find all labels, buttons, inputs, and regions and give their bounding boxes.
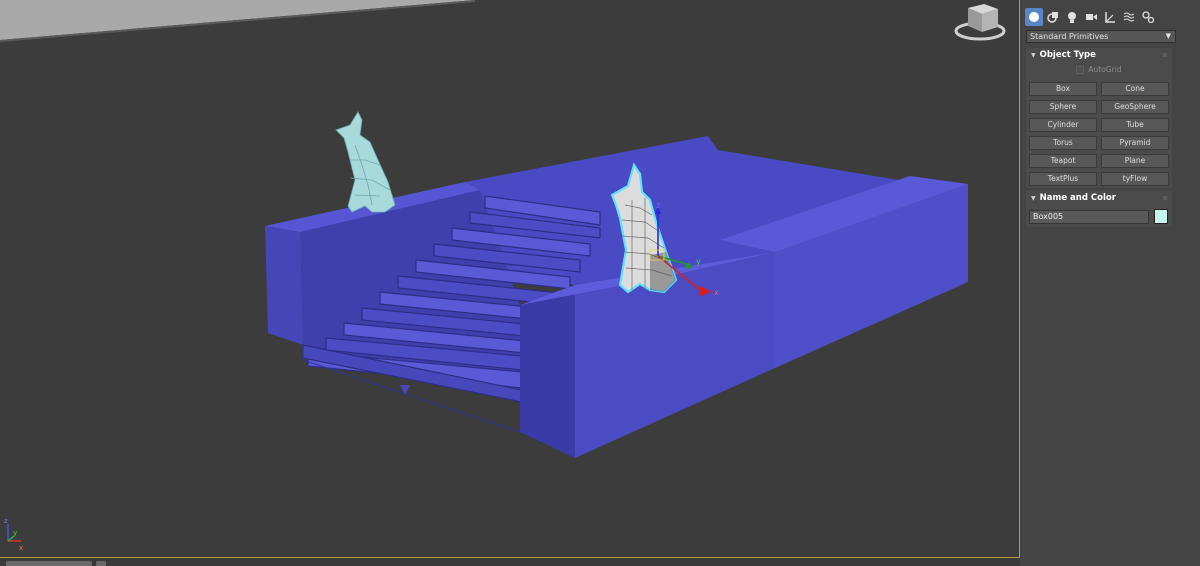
create-icon bbox=[1029, 12, 1039, 22]
bottom-tab-small[interactable] bbox=[96, 561, 106, 566]
bottom-tab[interactable] bbox=[6, 561, 92, 566]
name-color-header[interactable]: ▼ Name and Color bbox=[1026, 191, 1172, 206]
object-name-input[interactable]: Box005 bbox=[1029, 210, 1149, 224]
systems-icon bbox=[1142, 11, 1154, 23]
tab-lights[interactable] bbox=[1063, 8, 1081, 26]
gizmo-z-label: z bbox=[656, 201, 660, 210]
checkbox-box bbox=[1076, 66, 1085, 74]
box-button[interactable]: Box bbox=[1029, 82, 1097, 96]
helpers-icon bbox=[1105, 12, 1115, 23]
tab-systems[interactable] bbox=[1139, 8, 1157, 26]
tab-cameras[interactable] bbox=[1082, 8, 1100, 26]
cylinder-button[interactable]: Cylinder bbox=[1029, 118, 1097, 132]
object-type-rollout: ▼ Object Type AutoGrid Box Cone Sphere Ge… bbox=[1026, 48, 1172, 188]
lights-icon bbox=[1068, 12, 1076, 23]
collapse-triangle-icon: ▼ bbox=[1031, 52, 1036, 59]
plane-button[interactable]: Plane bbox=[1101, 154, 1169, 168]
name-color-title: Name and Color bbox=[1039, 193, 1116, 203]
tab-spacewarps[interactable] bbox=[1120, 8, 1138, 26]
view-cube[interactable] bbox=[954, 4, 1006, 41]
collapse-triangle-icon: ▼ bbox=[1031, 195, 1036, 202]
gizmo-y-label: y bbox=[696, 257, 701, 266]
name-color-rollout: ▼ Name and Color Box005 bbox=[1026, 191, 1172, 227]
triad-x-label: x bbox=[19, 544, 23, 552]
object-color-swatch[interactable] bbox=[1154, 209, 1168, 224]
tab-helpers[interactable] bbox=[1101, 8, 1119, 26]
gizmo-x-label: x bbox=[714, 288, 719, 297]
category-dropdown[interactable]: Standard Primitives ▼ bbox=[1026, 30, 1176, 43]
scene-render: z y x z y x bbox=[0, 0, 1006, 552]
rollout-handle-icon bbox=[1163, 53, 1167, 57]
axis-triad: z y x bbox=[4, 517, 23, 552]
tyflow-button[interactable]: tyFlow bbox=[1101, 172, 1169, 186]
geosphere-button[interactable]: GeoSphere bbox=[1101, 100, 1169, 114]
triad-y-label: y bbox=[13, 529, 17, 537]
cameras-icon bbox=[1086, 14, 1097, 20]
tube-button[interactable]: Tube bbox=[1101, 118, 1169, 132]
spacewarps-icon bbox=[1123, 12, 1135, 22]
autogrid-label: AutoGrid bbox=[1088, 65, 1122, 74]
shapes-icon bbox=[1047, 12, 1058, 23]
category-value: Standard Primitives bbox=[1030, 32, 1109, 41]
teapot-button[interactable]: Teapot bbox=[1029, 154, 1097, 168]
torus-button[interactable]: Torus bbox=[1029, 136, 1097, 150]
sphere-button[interactable]: Sphere bbox=[1029, 100, 1097, 114]
textplus-button[interactable]: TextPlus bbox=[1029, 172, 1097, 186]
triad-z-label: z bbox=[4, 517, 8, 525]
object-type-title: Object Type bbox=[1039, 50, 1096, 60]
tab-geometry[interactable] bbox=[1025, 8, 1043, 26]
object-type-header[interactable]: ▼ Object Type bbox=[1026, 48, 1172, 63]
chevron-down-icon: ▼ bbox=[1165, 32, 1171, 40]
pyramid-button[interactable]: Pyramid bbox=[1101, 136, 1169, 150]
viewport-bottom-bar bbox=[0, 558, 1020, 566]
create-subtabs bbox=[1025, 8, 1197, 26]
autogrid-checkbox[interactable]: AutoGrid bbox=[1026, 65, 1172, 77]
tab-shapes[interactable] bbox=[1044, 8, 1062, 26]
command-panel: Standard Primitives ▼ ▼ Object Type AutoG… bbox=[1021, 0, 1200, 566]
rollout-handle-icon bbox=[1163, 196, 1167, 200]
perspective-viewport[interactable]: z y x z y x bbox=[0, 0, 1020, 558]
dog-statue-left[interactable] bbox=[335, 111, 396, 213]
cone-button[interactable]: Cone bbox=[1101, 82, 1169, 96]
